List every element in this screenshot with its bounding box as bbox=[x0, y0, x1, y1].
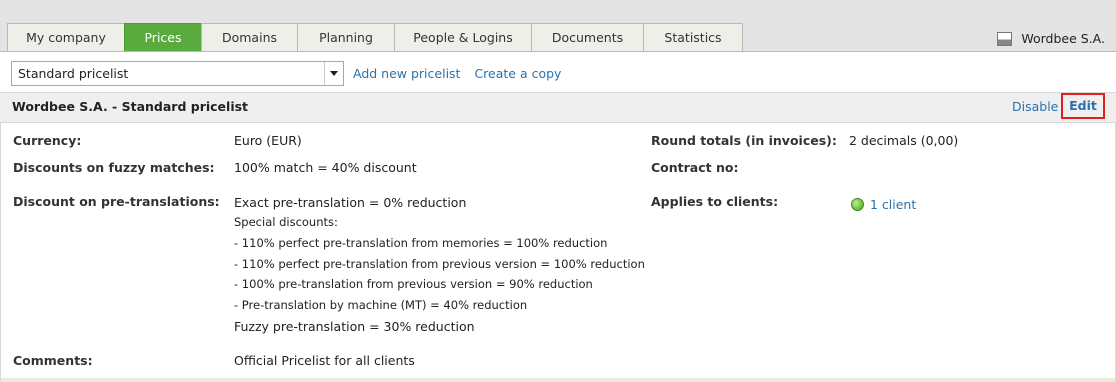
company-icon bbox=[997, 31, 1013, 46]
pricelist-select[interactable]: Standard pricelist bbox=[11, 60, 344, 86]
applies-to-clients-label: Applies to clients: bbox=[651, 194, 779, 209]
company-indicator: Wordbee S.A. bbox=[997, 31, 1105, 46]
tab-planning[interactable]: Planning bbox=[297, 23, 395, 51]
tab-people-logins[interactable]: People & Logins bbox=[394, 23, 532, 51]
contract-no-label: Contract no: bbox=[651, 160, 739, 175]
pricelist-title: Wordbee S.A. - Standard pricelist bbox=[12, 99, 249, 114]
pricelist-header: Wordbee S.A. - Standard pricelist Disabl… bbox=[0, 92, 1116, 123]
comments-label: Comments: bbox=[13, 353, 93, 368]
pretranslation-line: Exact pre-translation = 0% reduction bbox=[234, 195, 467, 210]
edit-link[interactable]: Edit bbox=[1069, 98, 1097, 113]
create-copy-link[interactable]: Create a copy bbox=[474, 66, 561, 81]
pretranslation-discount-label: Discount on pre-translations: bbox=[13, 194, 220, 209]
round-totals-value: 2 decimals (0,00) bbox=[849, 133, 959, 148]
tab-prices[interactable]: Prices bbox=[124, 23, 202, 51]
pretranslation-line: Fuzzy pre-translation = 30% reduction bbox=[234, 319, 475, 334]
fuzzy-discount-value: 100% match = 40% discount bbox=[234, 160, 417, 175]
company-name: Wordbee S.A. bbox=[1021, 31, 1105, 46]
pretranslation-line: - 100% pre-translation from previous ver… bbox=[234, 277, 593, 291]
tab-bar: My company Prices Domains Planning Peopl… bbox=[7, 23, 743, 51]
edit-button-highlight: Edit bbox=[1061, 93, 1105, 119]
pretranslation-line: Special discounts: bbox=[234, 215, 338, 229]
pricelist-details: Currency: Euro (EUR) Discounts on fuzzy … bbox=[0, 123, 1116, 382]
tab-my-company[interactable]: My company bbox=[7, 23, 125, 51]
applies-to-clients-value: 1 client bbox=[851, 197, 916, 212]
chevron-down-icon[interactable] bbox=[324, 61, 343, 85]
disable-link[interactable]: Disable bbox=[1012, 99, 1058, 114]
pretranslation-line: - Pre-translation by machine (MT) = 40% … bbox=[234, 298, 528, 312]
tab-documents[interactable]: Documents bbox=[531, 23, 644, 51]
round-totals-label: Round totals (in invoices): bbox=[651, 133, 837, 148]
clients-link[interactable]: 1 client bbox=[870, 197, 916, 212]
pricelist-toolbar: Standard pricelist Add new pricelist Cre… bbox=[11, 60, 561, 86]
add-new-pricelist-link[interactable]: Add new pricelist bbox=[353, 66, 460, 81]
pretranslation-line: - 110% perfect pre-translation from memo… bbox=[234, 236, 608, 250]
fuzzy-discount-label: Discounts on fuzzy matches: bbox=[13, 160, 215, 175]
currency-value: Euro (EUR) bbox=[234, 133, 302, 148]
green-status-icon bbox=[851, 198, 864, 211]
tab-domains[interactable]: Domains bbox=[201, 23, 298, 51]
prices-panel: Standard pricelist Add new pricelist Cre… bbox=[0, 51, 1116, 382]
footer-bar bbox=[1, 378, 1115, 382]
tab-statistics[interactable]: Statistics bbox=[643, 23, 743, 51]
pretranslation-line: - 110% perfect pre-translation from prev… bbox=[234, 257, 645, 271]
pricelist-select-value: Standard pricelist bbox=[18, 65, 129, 81]
comments-value: Official Pricelist for all clients bbox=[234, 353, 415, 368]
currency-label: Currency: bbox=[13, 133, 82, 148]
